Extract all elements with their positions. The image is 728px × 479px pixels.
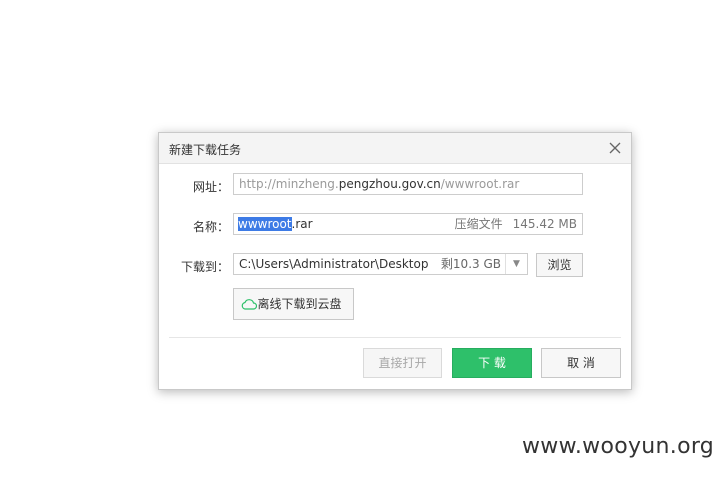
divider [169, 337, 621, 338]
cancel-button[interactable]: 取 消 [541, 348, 621, 378]
close-button[interactable] [606, 139, 624, 157]
download-path-select[interactable]: C:\Users\Administrator\Desktop 剩10.3 GB … [233, 253, 528, 275]
free-space: 剩10.3 GB [440, 257, 501, 271]
watermark: www.wooyun.org [522, 434, 715, 459]
name-label: 名称： [192, 220, 229, 234]
url-suffix: /wwwroot.rar [440, 177, 520, 191]
file-name-selection: wwwroot [238, 217, 292, 231]
offline-cloud-download-button[interactable]: 离线下载到云盘 [233, 288, 354, 320]
close-icon [609, 142, 621, 154]
url-field[interactable]: http://minzheng.pengzhou.gov.cn/wwwroot.… [233, 173, 583, 195]
browse-button[interactable]: 浏览 [536, 253, 583, 277]
path-label: 下载到： [180, 260, 229, 274]
url-host: pengzhou.gov.cn [338, 177, 441, 191]
dialog-titlebar: 新建下载任务 [159, 133, 631, 164]
open-directly-button[interactable]: 直接打开 [363, 348, 442, 378]
download-path-value: C:\Users\Administrator\Desktop [239, 257, 429, 271]
chevron-down-icon: ▼ [513, 259, 520, 269]
file-name-field[interactable]: wwwroot.rar 压缩文件 145.42 MB [233, 213, 583, 235]
url-label: 网址： [192, 180, 229, 194]
file-size: 145.42 MB [512, 217, 577, 231]
dialog-title: 新建下载任务 [169, 143, 242, 157]
file-name-extension: .rar [291, 217, 313, 231]
path-dropdown-button[interactable]: ▼ [505, 254, 527, 274]
url-prefix: http://minzheng. [239, 177, 339, 191]
new-download-dialog: 新建下载任务 网址： http://minzheng.pengzhou.gov.… [158, 132, 632, 390]
file-type: 压缩文件 [454, 217, 503, 231]
cloud-button-label: 离线下载到云盘 [257, 297, 342, 311]
download-button[interactable]: 下 载 [452, 348, 532, 378]
file-info: 压缩文件 145.42 MB [455, 214, 577, 234]
cloud-icon [241, 299, 257, 310]
